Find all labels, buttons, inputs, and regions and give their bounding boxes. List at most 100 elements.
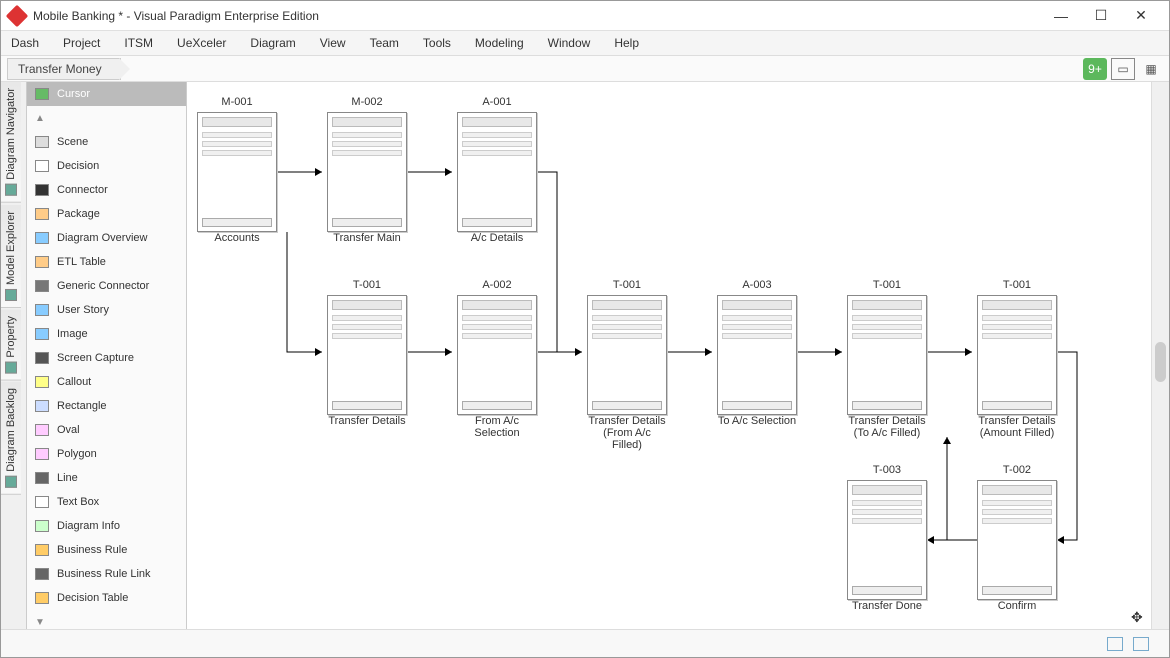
- menu-dash[interactable]: Dash: [11, 36, 39, 50]
- minimize-button[interactable]: —: [1041, 2, 1081, 30]
- palette-decision[interactable]: Decision: [27, 154, 186, 178]
- node-acDetails[interactable]: A-001A/c Details: [457, 96, 537, 244]
- palette-connector[interactable]: Connector: [27, 178, 186, 202]
- node-transferDone[interactable]: T-003Transfer Done: [847, 464, 927, 612]
- wireframe-thumbnail: [197, 112, 277, 232]
- node-caption: Transfer Details: [327, 415, 407, 427]
- node-tdFromFilled[interactable]: T-001Transfer Details (From A/c Filled): [587, 279, 667, 451]
- mail-icon[interactable]: [1107, 637, 1123, 651]
- palette-item-label: Diagram Info: [57, 520, 120, 532]
- palette-icon: [35, 448, 49, 460]
- palette-diagram-info[interactable]: Diagram Info: [27, 514, 186, 538]
- palette-callout[interactable]: Callout: [27, 370, 186, 394]
- backlog-icon: [5, 476, 17, 488]
- connector[interactable]: [537, 348, 582, 356]
- menu-window[interactable]: Window: [548, 36, 591, 50]
- connector[interactable]: [537, 172, 557, 352]
- sidetab-diagram-navigator[interactable]: Diagram Navigator: [1, 82, 21, 203]
- comment-badge-icon[interactable]: 9+: [1083, 58, 1107, 80]
- node-accounts[interactable]: M-001Accounts: [197, 96, 277, 244]
- node-id: T-001: [977, 279, 1057, 295]
- side-tab-strip: Diagram Navigator Model Explorer Propert…: [1, 82, 27, 657]
- node-tdToFilled[interactable]: T-001Transfer Details (To A/c Filled): [847, 279, 927, 439]
- palette-diagram-overview[interactable]: Diagram Overview: [27, 226, 186, 250]
- palette-icon: [35, 304, 49, 316]
- palette-line[interactable]: Line: [27, 466, 186, 490]
- palette-icon: [35, 88, 49, 100]
- palette-business-rule-link[interactable]: Business Rule Link: [27, 562, 186, 586]
- palette-generic-connector[interactable]: Generic Connector: [27, 274, 186, 298]
- menu-tools[interactable]: Tools: [423, 36, 451, 50]
- palette-screen-capture[interactable]: Screen Capture: [27, 346, 186, 370]
- connector[interactable]: [1057, 352, 1077, 544]
- palette-item-label: Business Rule Link: [57, 568, 151, 580]
- menu-modeling[interactable]: Modeling: [475, 36, 524, 50]
- palette-oval[interactable]: Oval: [27, 418, 186, 442]
- sidetab-model-explorer[interactable]: Model Explorer: [1, 205, 21, 308]
- sidetab-property[interactable]: Property: [1, 310, 21, 381]
- node-id: T-001: [327, 279, 407, 295]
- node-transferDetails[interactable]: T-001 Transfer Details: [327, 279, 407, 427]
- node-id: T-002: [977, 464, 1057, 480]
- connector[interactable]: [277, 168, 322, 176]
- diagram-canvas[interactable]: M-001Accounts M-002Transfer Main A-001A/c …: [187, 82, 1151, 629]
- scrollbar-thumb[interactable]: [1155, 342, 1166, 382]
- palette-icon: [35, 424, 49, 436]
- palette-item-label: Generic Connector: [57, 280, 149, 292]
- palette-business-rule[interactable]: Business Rule: [27, 538, 186, 562]
- note-icon[interactable]: [1133, 637, 1149, 651]
- palette-rectangle[interactable]: Rectangle: [27, 394, 186, 418]
- status-bar: [1, 629, 1169, 657]
- palette-item-label: Business Rule: [57, 544, 127, 556]
- palette-item-label: Rectangle: [57, 400, 107, 412]
- explorer-icon: [5, 289, 17, 301]
- connector[interactable]: [407, 168, 452, 176]
- menu-view[interactable]: View: [320, 36, 346, 50]
- node-id: T-001: [587, 279, 667, 295]
- connector[interactable]: [797, 348, 842, 356]
- node-id: M-002: [327, 96, 407, 112]
- menu-help[interactable]: Help: [614, 36, 639, 50]
- menu-diagram[interactable]: Diagram: [250, 36, 295, 50]
- grid-icon[interactable]: ▦: [1139, 58, 1163, 80]
- breadcrumb[interactable]: Transfer Money: [7, 58, 121, 80]
- node-caption: Confirm: [977, 600, 1057, 612]
- layout-icon[interactable]: ▭: [1111, 58, 1135, 80]
- close-button[interactable]: ✕: [1121, 2, 1161, 30]
- menu-itsm[interactable]: ITSM: [124, 36, 153, 50]
- node-transferMain[interactable]: M-002Transfer Main: [327, 96, 407, 244]
- palette-etl-table[interactable]: ETL Table: [27, 250, 186, 274]
- palette-polygon[interactable]: Polygon: [27, 442, 186, 466]
- connector[interactable]: [407, 348, 452, 356]
- connector[interactable]: [667, 348, 712, 356]
- connector[interactable]: [927, 536, 977, 544]
- menu-project[interactable]: Project: [63, 36, 100, 50]
- palette-collapse-up[interactable]: ▲: [27, 106, 186, 130]
- connector[interactable]: [927, 348, 972, 356]
- menu-uexceler[interactable]: UeXceler: [177, 36, 226, 50]
- menu-team[interactable]: Team: [370, 36, 399, 50]
- palette-package[interactable]: Package: [27, 202, 186, 226]
- vertical-scrollbar[interactable]: [1151, 82, 1169, 629]
- palette-icon: [35, 400, 49, 412]
- maximize-button[interactable]: ☐: [1081, 2, 1121, 30]
- palette-text-box[interactable]: Text Box: [27, 490, 186, 514]
- palette-cursor[interactable]: Cursor: [27, 82, 186, 106]
- palette-scene[interactable]: Scene: [27, 130, 186, 154]
- palette-panel: Cursor▲SceneDecisionConnectorPackageDiag…: [27, 82, 187, 657]
- sidetab-diagram-backlog[interactable]: Diagram Backlog: [1, 382, 21, 495]
- palette-user-story[interactable]: User Story: [27, 298, 186, 322]
- node-toAcSel[interactable]: A-003To A/c Selection: [717, 279, 797, 427]
- palette-image[interactable]: Image: [27, 322, 186, 346]
- palette-item-label: Text Box: [57, 496, 99, 508]
- node-confirm[interactable]: T-002 Confirm: [977, 464, 1057, 612]
- connector[interactable]: [943, 437, 951, 540]
- palette-item-label: Line: [57, 472, 78, 484]
- palette-icon: [35, 232, 49, 244]
- node-tdAmount[interactable]: T-001Transfer Details (Amount Filled): [977, 279, 1057, 439]
- palette-item-label: Decision Table: [57, 592, 128, 604]
- connector[interactable]: [287, 232, 322, 356]
- node-id: M-001: [197, 96, 277, 112]
- node-fromAcSel[interactable]: A-002From A/c Selection: [457, 279, 537, 439]
- palette-decision-table[interactable]: Decision Table: [27, 586, 186, 610]
